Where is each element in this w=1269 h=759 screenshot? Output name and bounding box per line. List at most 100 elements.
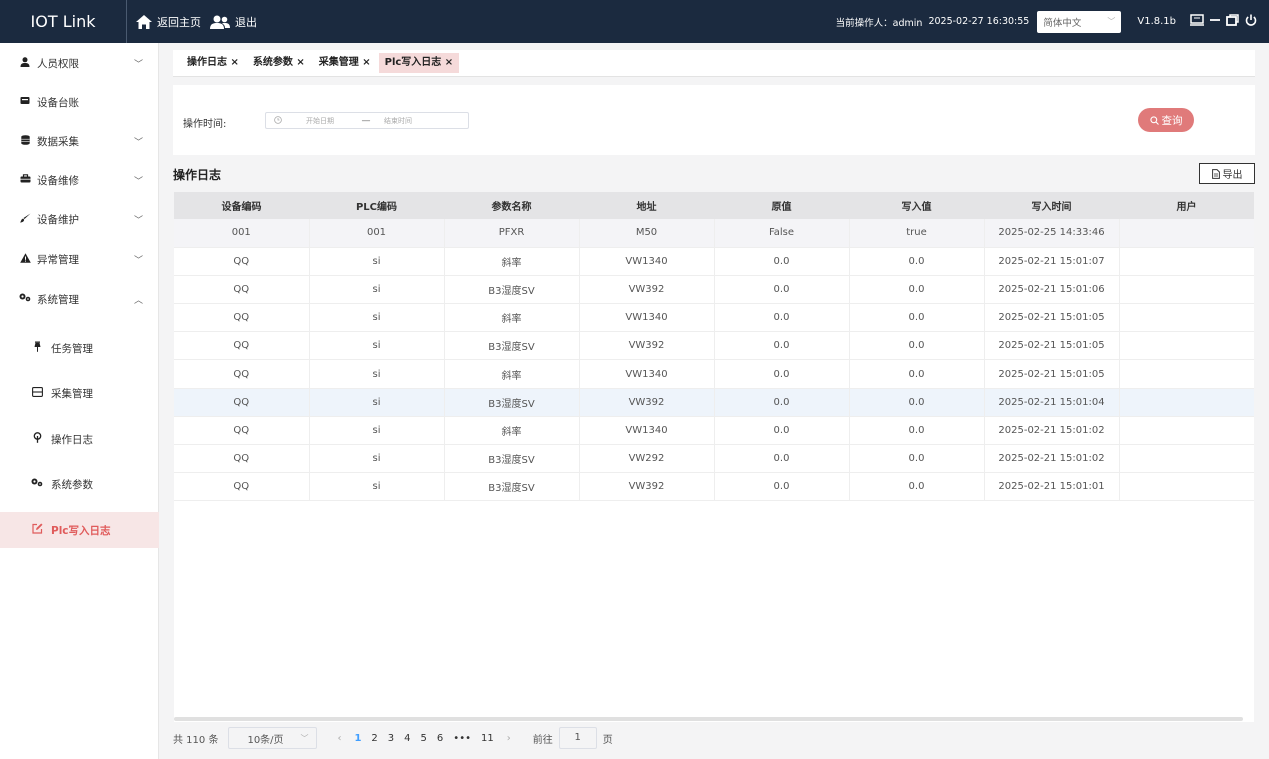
table-cell: 001 xyxy=(174,219,310,248)
table-cell: 0.0 xyxy=(714,444,850,474)
start-date-input[interactable]: 开始日期 xyxy=(306,116,352,126)
tab-collect-management[interactable]: 采集管理 × xyxy=(313,53,377,73)
table-cell: 0.0 xyxy=(714,303,850,333)
query-label: 查询 xyxy=(1161,114,1183,127)
table-row[interactable]: QQ si 斜率 VW1340 0.0 0.0 2025-02-21 15:01:05 xyxy=(174,359,1254,389)
table-row[interactable]: QQ si 斜率 VW1340 0.0 0.0 2025-02-21 15:01:05 xyxy=(174,303,1254,333)
query-button[interactable]: 查询 xyxy=(1138,108,1194,132)
sidebar-item-exception[interactable]: 异常管理 ﹀ xyxy=(0,241,159,277)
table-cell: si xyxy=(309,416,445,446)
table-cell: 0.0 xyxy=(714,388,850,417)
sidebar-item-system[interactable]: 系统管理 ︿ xyxy=(0,281,159,317)
sidebar-item-device-maintenance[interactable]: 设备维护 ﹀ xyxy=(0,201,159,237)
clock-icon xyxy=(274,115,294,126)
table-row[interactable]: QQ si B3湿度SV VW392 0.0 0.0 2025-02-21 15:01:04 xyxy=(174,388,1254,417)
sidebar-item-operation-log[interactable]: 操作日志 xyxy=(0,421,159,457)
sidebar-item-label: 异常管理 xyxy=(37,253,79,266)
tab-system-params[interactable]: 系统参数 × xyxy=(247,53,311,73)
sidebar-item-permissions[interactable]: 人员权限 ﹀ xyxy=(0,45,159,81)
column-header[interactable]: 用户 xyxy=(1119,192,1254,219)
page-number[interactable]: 5 xyxy=(421,733,427,744)
table-cell: 2025-02-21 15:01:05 xyxy=(984,359,1120,389)
sidebar-item-data-collection[interactable]: 数据采集 ﹀ xyxy=(0,123,159,159)
table-cell: VW392 xyxy=(579,275,715,305)
sidebar-item-system-params[interactable]: 系统参数 xyxy=(0,466,159,502)
page-number[interactable]: 11 xyxy=(481,733,494,744)
table-row[interactable]: QQ si 斜率 VW1340 0.0 0.0 2025-02-21 15:01:02 xyxy=(174,416,1254,446)
sidebar-item-device-ledger[interactable]: 设备台账 xyxy=(0,84,159,120)
column-header[interactable]: 写入时间 xyxy=(984,192,1119,219)
chevron-up-icon: ︿ xyxy=(133,295,143,306)
column-header[interactable]: 写入值 xyxy=(849,192,984,219)
users-icon xyxy=(210,15,230,29)
prev-page-button[interactable]: ‹ xyxy=(337,733,341,744)
page-number[interactable]: 2 xyxy=(371,733,377,744)
gears-icon xyxy=(19,293,31,305)
table-cell: 斜率 xyxy=(444,247,580,276)
section-title: 操作日志 xyxy=(173,168,222,182)
monitor-icon[interactable] xyxy=(1190,14,1204,29)
table-cell: QQ xyxy=(174,472,310,502)
column-header[interactable]: 设备编码 xyxy=(174,192,309,219)
page-number[interactable]: 1 xyxy=(354,733,361,744)
sidebar-item-plc-write-log[interactable]: Plc写入日志 xyxy=(0,512,159,548)
horizontal-scrollbar[interactable] xyxy=(174,717,1243,721)
next-page-button[interactable]: › xyxy=(507,733,511,744)
top-header: IOT Link 返回主页 退出 当前操作人：admin 2025-02-27 … xyxy=(0,0,1269,43)
table-row[interactable]: QQ si 斜率 VW1340 0.0 0.0 2025-02-21 15:01:07 xyxy=(174,247,1254,276)
sidebar-item-label: Plc写入日志 xyxy=(51,524,111,537)
page-number[interactable]: 3 xyxy=(388,733,394,744)
page-number[interactable]: 4 xyxy=(404,733,410,744)
table-cell: B3湿度SV xyxy=(444,388,580,417)
language-select[interactable]: 简体中文 ﹀ xyxy=(1037,10,1122,33)
filter-label: 操作时间: xyxy=(183,119,227,130)
header-right: 当前操作人：admin 2025-02-27 16:30:55 简体中文 ﹀ V… xyxy=(836,0,1269,43)
tab-operation-log[interactable]: 操作日志 × xyxy=(181,53,245,73)
end-date-input[interactable]: 结束时间 xyxy=(384,116,412,126)
column-header[interactable]: 参数名称 xyxy=(444,192,579,219)
edit-icon xyxy=(31,523,43,537)
table-row[interactable]: QQ si B3湿度SV VW392 0.0 0.0 2025-02-21 15:01:01 xyxy=(174,472,1254,502)
table-cell: M50 xyxy=(579,219,715,248)
column-header[interactable]: 地址 xyxy=(579,192,714,219)
table-cell: 0.0 xyxy=(714,331,850,361)
database-icon xyxy=(19,134,31,148)
power-icon[interactable] xyxy=(1245,14,1257,29)
table-row[interactable]: QQ si B3湿度SV VW392 0.0 0.0 2025-02-21 15:01:05 xyxy=(174,331,1254,361)
datetime-text: 2025-02-27 16:30:55 xyxy=(928,16,1030,27)
table-cell: VW1340 xyxy=(579,303,715,333)
goto-page-input[interactable]: 1 xyxy=(558,727,597,749)
logout-link[interactable]: 退出 xyxy=(210,0,257,43)
sidebar-item-task-management[interactable]: 任务管理 xyxy=(0,330,159,366)
page-ellipsis[interactable]: ••• xyxy=(453,733,471,744)
export-label: 导出 xyxy=(1222,170,1243,181)
sidebar-item-collect-management[interactable]: 采集管理 xyxy=(0,375,159,411)
minimize-icon[interactable] xyxy=(1210,14,1220,29)
sidebar-item-label: 设备台账 xyxy=(37,96,79,109)
page-size-select[interactable]: 10条/页 ﹀ xyxy=(228,727,318,749)
table-cell: B3湿度SV xyxy=(444,472,580,502)
column-header[interactable]: PLC编码 xyxy=(309,192,444,219)
table-row[interactable]: QQ si B3湿度SV VW292 0.0 0.0 2025-02-21 15:01:02 xyxy=(174,444,1254,474)
table-cell: 0.0 xyxy=(849,247,985,276)
restore-icon[interactable] xyxy=(1226,14,1239,29)
table-cell: si xyxy=(309,275,445,305)
table-cell: QQ xyxy=(174,303,310,333)
chevron-down-icon: ﹀ xyxy=(300,733,309,743)
table-cell: B3湿度SV xyxy=(444,444,580,474)
table-cell: VW1340 xyxy=(579,416,715,446)
column-header[interactable]: 原值 xyxy=(714,192,849,219)
date-range-picker[interactable]: 开始日期 — 结束时间 xyxy=(265,112,469,129)
export-button[interactable]: 导出 xyxy=(1199,163,1255,184)
home-link[interactable]: 返回主页 xyxy=(136,0,201,43)
window-controls xyxy=(1190,14,1257,29)
table-cell: QQ xyxy=(174,388,310,417)
page-number[interactable]: 6 xyxy=(437,733,443,744)
table-row[interactable]: QQ si B3湿度SV VW392 0.0 0.0 2025-02-21 15:01:06 xyxy=(174,275,1254,305)
table-cell: si xyxy=(309,247,445,276)
sidebar-item-device-repair[interactable]: 设备维修 ﹀ xyxy=(0,162,159,198)
tab-plc-write-log[interactable]: Plc写入日志 × xyxy=(378,53,460,73)
table-cell: 2025-02-21 15:01:02 xyxy=(984,416,1120,446)
table-row[interactable]: 001 001 PFXR M50 False true 2025-02-25 14:33:4… xyxy=(174,219,1254,248)
chevron-down-icon: ﹀ xyxy=(133,137,143,148)
